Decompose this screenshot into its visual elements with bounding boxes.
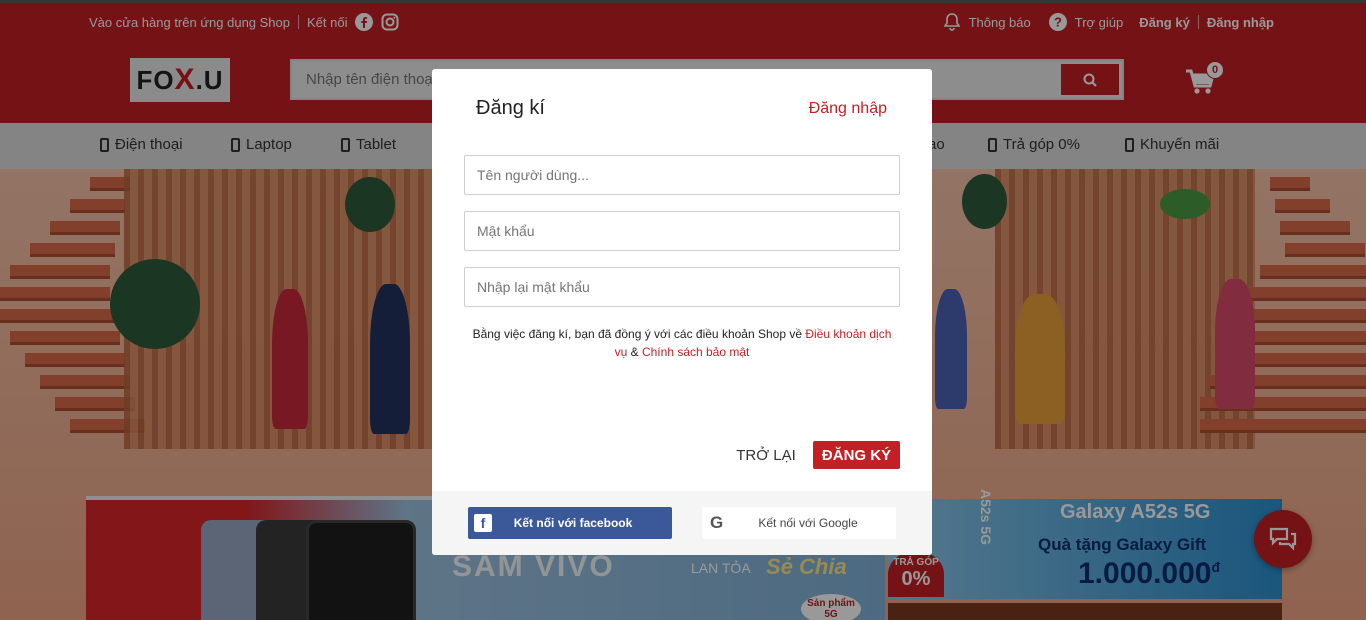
google-login-button[interactable]: G Kết nối với Google bbox=[702, 507, 896, 539]
facebook-login-button[interactable]: f Kết nối với facebook bbox=[468, 507, 672, 539]
switch-to-login-link[interactable]: Đăng nhập bbox=[809, 100, 887, 118]
social-login-area: f Kết nối với facebook G Kết nối với Goo… bbox=[432, 491, 932, 555]
register-modal: Đăng kí Đăng nhập Bằng việc đăng kí, bạn… bbox=[432, 69, 932, 555]
facebook-icon: f bbox=[474, 514, 492, 532]
terms-prefix: Bằng việc đăng kí, bạn đã đồng ý với các… bbox=[472, 327, 806, 341]
google-login-label: Kết nối với Google bbox=[758, 516, 858, 530]
facebook-login-label: Kết nối với facebook bbox=[513, 516, 633, 530]
terms-and: & bbox=[627, 345, 642, 359]
terms-text: Bằng việc đăng kí, bạn đã đồng ý với các… bbox=[472, 325, 892, 361]
confirm-password-field[interactable] bbox=[464, 267, 900, 307]
password-field[interactable] bbox=[464, 211, 900, 251]
back-button[interactable]: TRỞ LẠI bbox=[732, 441, 800, 469]
register-button[interactable]: ĐĂNG KÝ bbox=[813, 441, 900, 469]
privacy-policy-link[interactable]: Chính sách bảo mật bbox=[642, 345, 749, 359]
modal-title: Đăng kí bbox=[476, 97, 545, 119]
google-icon: G bbox=[710, 513, 724, 532]
username-field[interactable] bbox=[464, 155, 900, 195]
